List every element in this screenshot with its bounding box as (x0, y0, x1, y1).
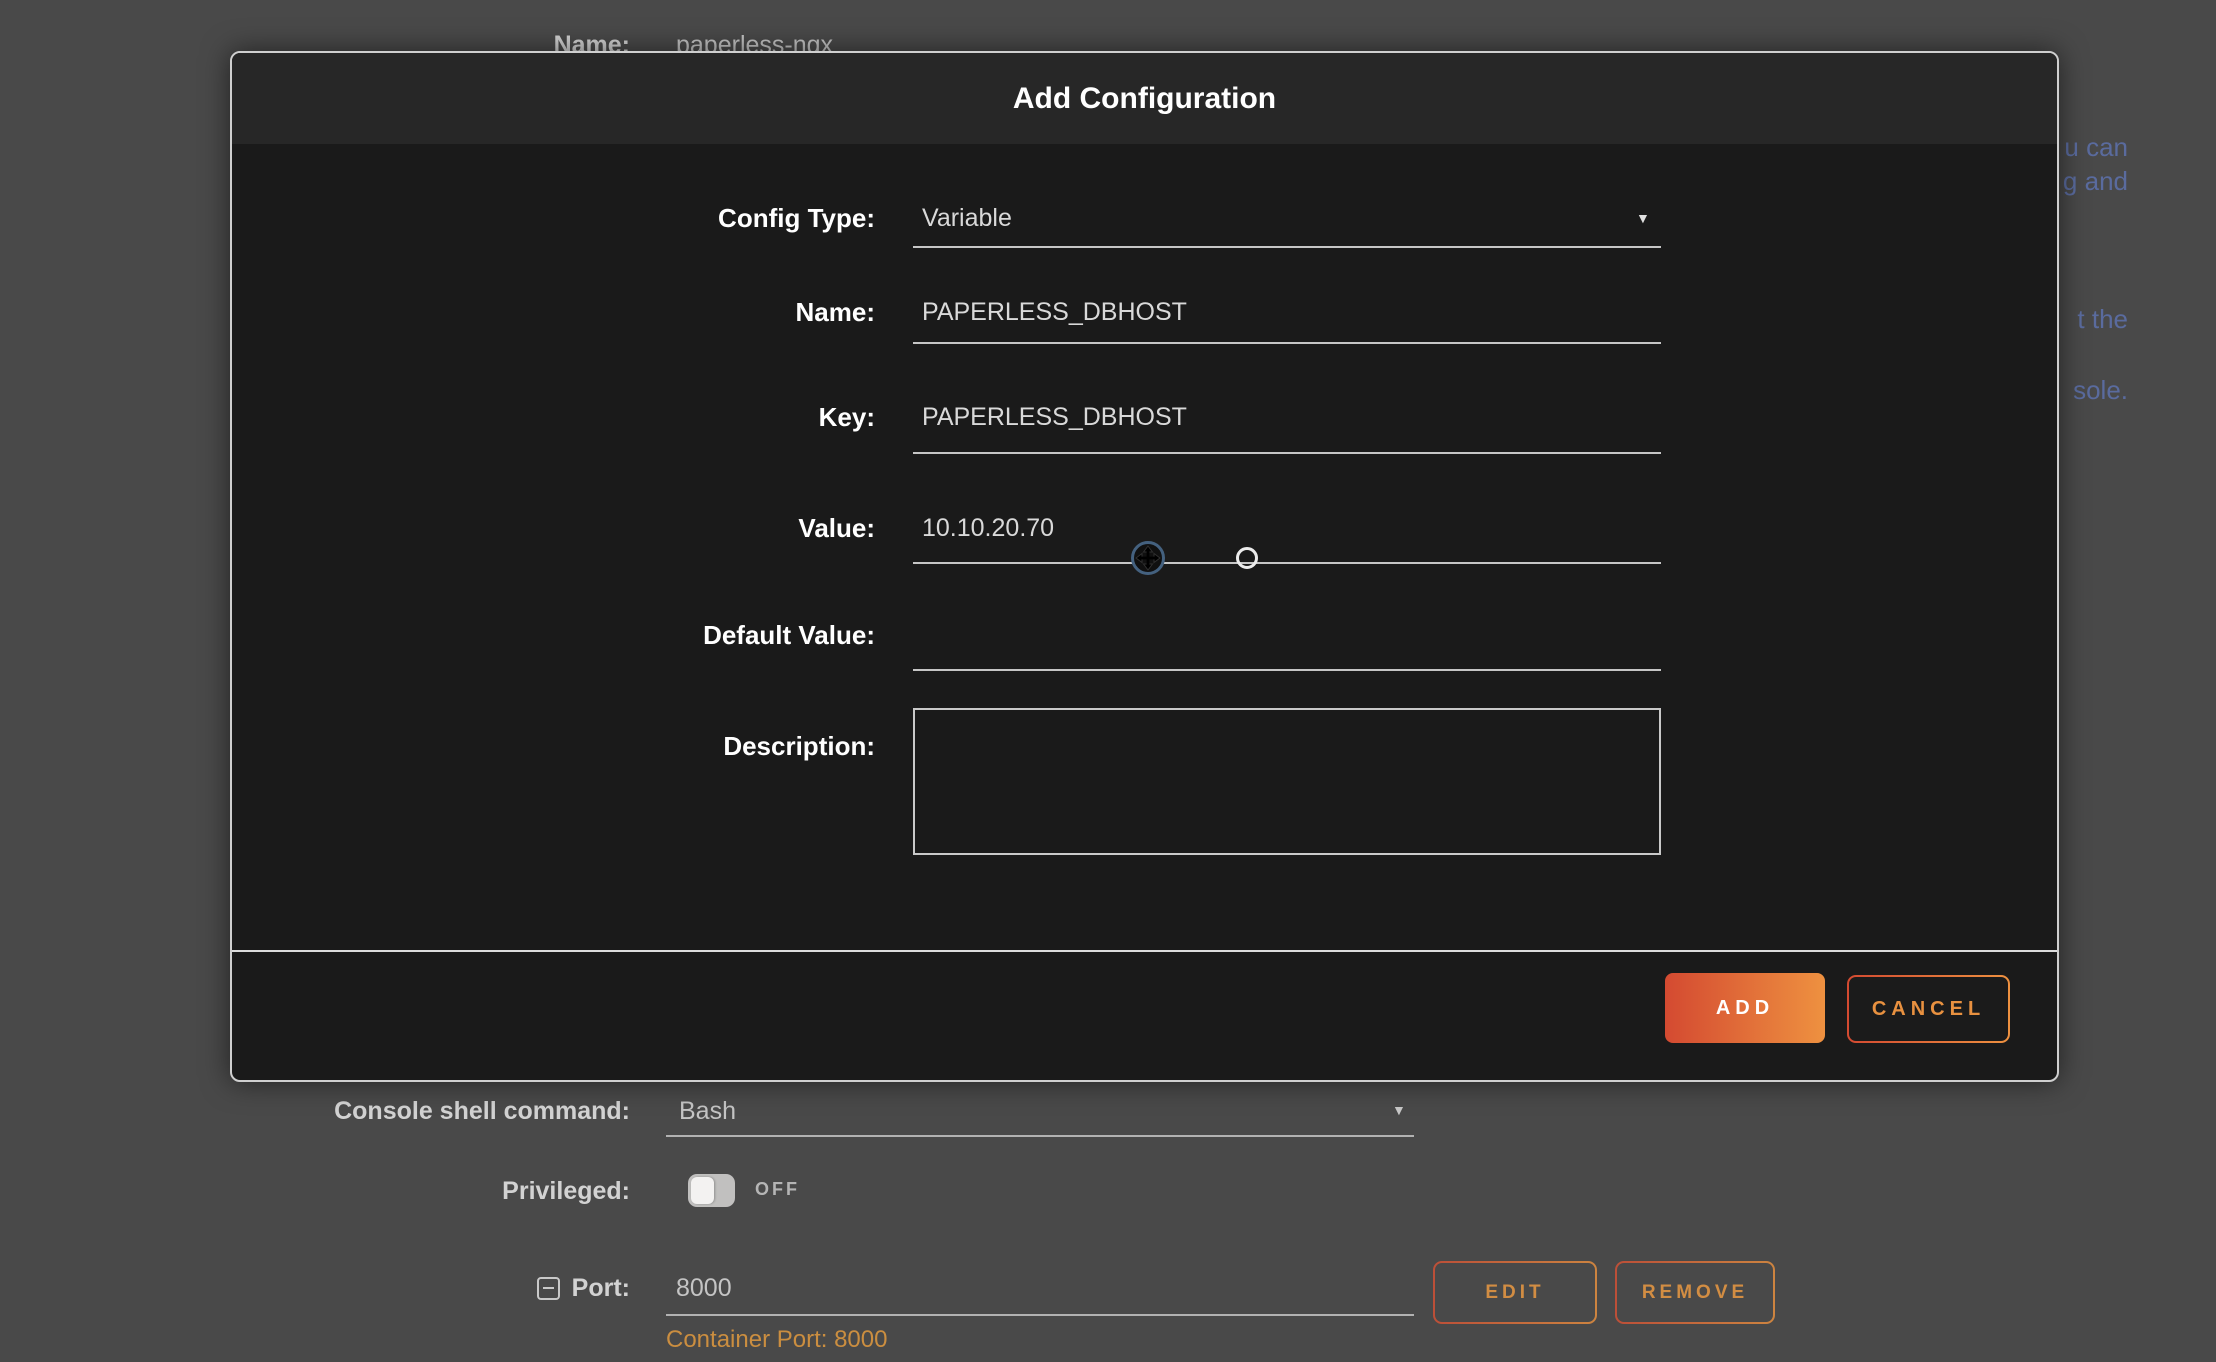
help-text-fragment: sole. (2073, 375, 2128, 406)
port-label: Port: (430, 1274, 630, 1303)
screen: Name: paperless-ngx u can g and t the so… (0, 0, 2216, 1362)
description-label: Description: (723, 731, 875, 762)
key-input[interactable]: PAPERLESS_DBHOST (922, 403, 1187, 432)
dialog-header: Add Configuration (232, 53, 2057, 144)
toggle-knob (691, 1177, 714, 1204)
description-textarea[interactable] (913, 708, 1661, 855)
name-underline (913, 342, 1661, 344)
dialog-footer-divider (232, 950, 2057, 952)
key-label: Key: (819, 402, 875, 433)
container-port-note: Container Port: 8000 (666, 1326, 887, 1354)
config-type-underline (913, 246, 1661, 248)
value-input[interactable]: 10.10.20.70 (922, 514, 1054, 543)
key-underline (913, 452, 1661, 454)
port-underline (666, 1314, 1414, 1316)
add-button[interactable]: ADD (1665, 973, 1825, 1043)
console-shell-label: Console shell command: (230, 1097, 630, 1126)
move-cursor (1126, 536, 1170, 580)
chevron-down-icon[interactable]: ▼ (1392, 1102, 1406, 1118)
port-value[interactable]: 8000 (676, 1274, 732, 1303)
value-underline (913, 562, 1661, 564)
default-value-label: Default Value: (703, 620, 875, 651)
value-label: Value: (798, 513, 875, 544)
dialog-title: Add Configuration (1013, 82, 1276, 116)
cursor-ring (1236, 547, 1258, 569)
privileged-state: OFF (755, 1179, 800, 1200)
chevron-down-icon[interactable]: ▼ (1636, 210, 1650, 226)
default-value-underline (913, 669, 1661, 671)
help-text-fragment: u can (2064, 132, 2128, 163)
console-shell-value[interactable]: Bash (679, 1097, 736, 1126)
console-shell-underline (666, 1135, 1414, 1137)
name-input[interactable]: PAPERLESS_DBHOST (922, 298, 1187, 327)
privileged-label: Privileged: (230, 1177, 630, 1206)
edit-button[interactable]: EDIT (1433, 1261, 1597, 1324)
name-label: Name: (796, 297, 875, 328)
help-text-fragment: t the (2077, 304, 2128, 335)
config-type-select[interactable]: Variable (922, 204, 1012, 233)
privileged-toggle[interactable] (688, 1174, 735, 1207)
config-type-label: Config Type: (718, 203, 875, 234)
remove-button[interactable]: REMOVE (1615, 1261, 1775, 1324)
cancel-button[interactable]: CANCEL (1847, 975, 2010, 1043)
help-text-fragment: g and (2063, 166, 2128, 197)
